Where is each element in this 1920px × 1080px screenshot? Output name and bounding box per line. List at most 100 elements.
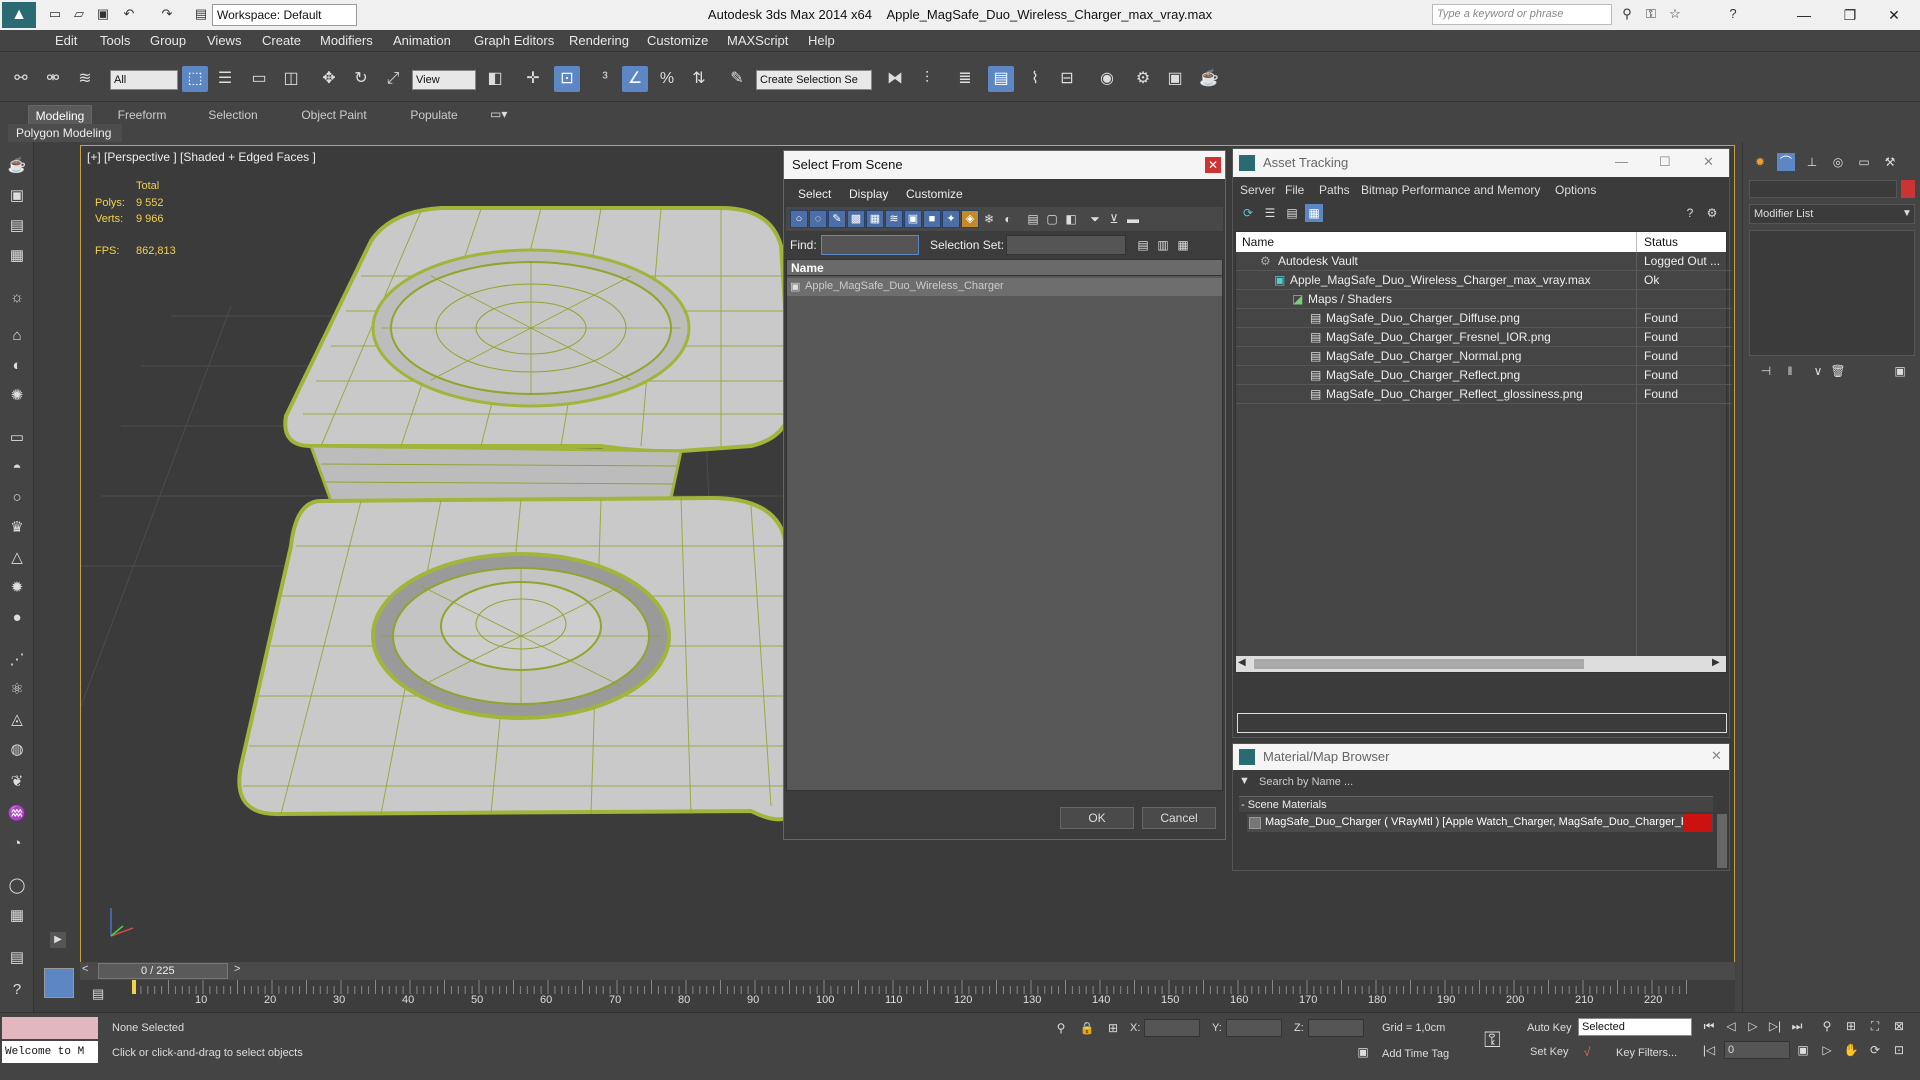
asset-menu-server[interactable]: Server: [1240, 183, 1275, 197]
window-crossing-icon[interactable]: ◫: [278, 66, 304, 92]
time-tag-icon[interactable]: ▣: [1354, 1043, 1372, 1061]
tab-selection[interactable]: Selection: [198, 105, 268, 125]
scene-explorer-icon[interactable]: ▤: [988, 66, 1014, 92]
table-row[interactable]: ▤ MagSafe_Duo_Charger_Normal.png Found: [1236, 347, 1732, 366]
make-unique-icon[interactable]: ∨: [1809, 362, 1827, 380]
zoom-extents-all-icon[interactable]: ⊠: [1890, 1017, 1908, 1035]
scroll-right-icon[interactable]: ▶: [1712, 657, 1720, 668]
maxscript-listener-input[interactable]: Welcome to M: [2, 1041, 98, 1063]
filter-icon[interactable]: ⏷: [1086, 210, 1104, 228]
time-prev-icon[interactable]: <: [82, 963, 96, 979]
align-icon[interactable]: ⫶: [914, 66, 940, 92]
key-filter-icon[interactable]: √: [1578, 1043, 1596, 1061]
sphere-icon[interactable]: ○: [7, 488, 27, 508]
restore-button[interactable]: ❐: [1830, 4, 1870, 26]
asset-menu-file[interactable]: File: [1285, 183, 1304, 197]
menu-graph-editors[interactable]: Graph Editors: [474, 33, 554, 48]
go-to-start-icon[interactable]: ⏮: [1700, 1017, 1718, 1035]
menu-help[interactable]: Help: [808, 33, 835, 48]
tab-populate[interactable]: Populate: [398, 105, 470, 125]
menu-edit[interactable]: Edit: [55, 33, 77, 48]
close-icon[interactable]: ✕: [1205, 157, 1221, 173]
menu-maxscript[interactable]: MAXScript: [727, 33, 788, 48]
dome-icon[interactable]: ◓: [7, 458, 27, 478]
col-status[interactable]: Status: [1644, 235, 1678, 249]
collapse-icon[interactable]: ▬: [1124, 210, 1142, 228]
layers-icon[interactable]: ▤: [7, 216, 27, 236]
current-frame-field[interactable]: 0: [1724, 1041, 1790, 1059]
rotate-icon[interactable]: ↻: [348, 66, 374, 92]
show-end-result-icon[interactable]: ‖: [1781, 362, 1799, 380]
bind-space-warp-icon[interactable]: ≋: [72, 66, 98, 92]
teapot-icon[interactable]: ☕: [7, 156, 27, 176]
table-row[interactable]: ▣ Apple_MagSafe_Duo_Wireless_Charger_max…: [1236, 271, 1732, 290]
configure-sets-icon[interactable]: ▣: [1891, 362, 1909, 380]
sun-icon[interactable]: ✹: [7, 578, 27, 598]
maximize-viewport-icon[interactable]: ⊡: [1890, 1041, 1908, 1059]
scale-icon[interactable]: ⤢: [380, 66, 406, 92]
light-icon[interactable]: ☼: [7, 288, 27, 308]
pan-icon[interactable]: ✋: [1842, 1041, 1860, 1059]
tab-freeform[interactable]: Freeform: [108, 105, 176, 125]
selection-set-dropdown[interactable]: [1006, 235, 1126, 255]
asset-minimize-button[interactable]: —: [1615, 154, 1628, 169]
modify-tab-icon[interactable]: ⌒: [1777, 153, 1795, 171]
link-icon[interactable]: ⚯: [8, 66, 34, 92]
set-key-button[interactable]: Set Key: [1530, 1046, 1569, 1058]
previous-frame-icon[interactable]: ◁: [1722, 1017, 1740, 1035]
scroll-thumb[interactable]: [1254, 659, 1584, 669]
zoom-all-icon[interactable]: ⊞: [1842, 1017, 1860, 1035]
name-column-header[interactable]: Name: [787, 260, 1222, 276]
close-window-button[interactable]: ✕: [1874, 4, 1914, 26]
remove-modifier-icon[interactable]: 🗑: [1829, 362, 1847, 380]
asset-menu-options[interactable]: Options: [1555, 183, 1596, 197]
render-production-icon[interactable]: ☕: [1196, 66, 1222, 92]
selection-set-add-icon[interactable]: ▤: [1134, 236, 1152, 254]
ok-button[interactable]: OK: [1060, 807, 1134, 829]
y-coordinate-field[interactable]: [1226, 1019, 1282, 1037]
display-geometry-icon[interactable]: ○: [790, 210, 808, 228]
menu-tools[interactable]: Tools: [100, 33, 130, 48]
menu-customize[interactable]: Customize: [906, 187, 963, 201]
globe-icon[interactable]: ◍: [7, 740, 27, 760]
find-input[interactable]: [821, 235, 919, 255]
shell-icon[interactable]: ◔: [7, 834, 27, 854]
percent-snap-icon[interactable]: %: [654, 66, 680, 92]
search-by-name-input[interactable]: Search by Name ...: [1255, 773, 1725, 791]
material-list-item[interactable]: MagSafe_Duo_Charger ( VRayMtl ) [Apple W…: [1247, 814, 1713, 832]
menu-create[interactable]: Create: [262, 33, 301, 48]
display-frozen-icon[interactable]: ❄: [980, 210, 998, 228]
unlink-icon[interactable]: ⚮: [40, 66, 66, 92]
material-editor-icon[interactable]: ◉: [1094, 66, 1120, 92]
selection-set-remove-icon[interactable]: ▦: [1174, 236, 1192, 254]
table-row[interactable]: ▤ MagSafe_Duo_Charger_Reflect.png Found: [1236, 366, 1732, 385]
horizontal-scrollbar[interactable]: ◀ ▶: [1236, 656, 1726, 672]
time-slider-thumb[interactable]: 0 / 225: [98, 963, 228, 979]
auto-key-button[interactable]: Auto Key: [1527, 1022, 1572, 1034]
create-tab-icon[interactable]: ✹: [1751, 153, 1769, 171]
rect-selection-icon[interactable]: ▭: [246, 66, 272, 92]
camera-icon[interactable]: ⌂: [7, 326, 27, 346]
menu-customize[interactable]: Customize: [647, 33, 708, 48]
time-next-icon[interactable]: >: [234, 963, 248, 979]
triangle-icon[interactable]: ◬: [7, 710, 27, 730]
zoom-icon[interactable]: ⚲: [1818, 1017, 1836, 1035]
curve-editor-icon[interactable]: ⌇: [1022, 66, 1048, 92]
table-view-icon[interactable]: ▦: [1305, 204, 1323, 222]
key-mode-icon[interactable]: |◁: [1700, 1041, 1718, 1059]
field-of-view-icon[interactable]: ▷: [1818, 1041, 1836, 1059]
viewport-layout-button[interactable]: [44, 968, 74, 998]
asset-path-field[interactable]: [1237, 713, 1727, 733]
list-view-icon[interactable]: ☰: [1261, 204, 1279, 222]
table-row[interactable]: ▤ MagSafe_Duo_Charger_Fresnel_IOR.png Fo…: [1236, 328, 1732, 347]
display-groups-icon[interactable]: ▣: [904, 210, 922, 228]
scroll-left-icon[interactable]: ◀: [1238, 657, 1246, 668]
menu-modifiers[interactable]: Modifiers: [320, 33, 373, 48]
key-selection-dropdown[interactable]: Selected: [1578, 1018, 1692, 1036]
layer-manager-icon[interactable]: ≣: [952, 66, 978, 92]
track-bar[interactable]: ▤ 10 20 30 40 50 60 70 80 90 100 110 120 130 140 150 16…: [80, 980, 1735, 1012]
table-row[interactable]: ▤ MagSafe_Duo_Charger_Reflect_glossiness…: [1236, 385, 1732, 404]
select-object-icon[interactable]: ⬚: [182, 66, 208, 92]
object-color-swatch[interactable]: [1901, 180, 1915, 198]
display-xrefs-icon[interactable]: ■: [923, 210, 941, 228]
